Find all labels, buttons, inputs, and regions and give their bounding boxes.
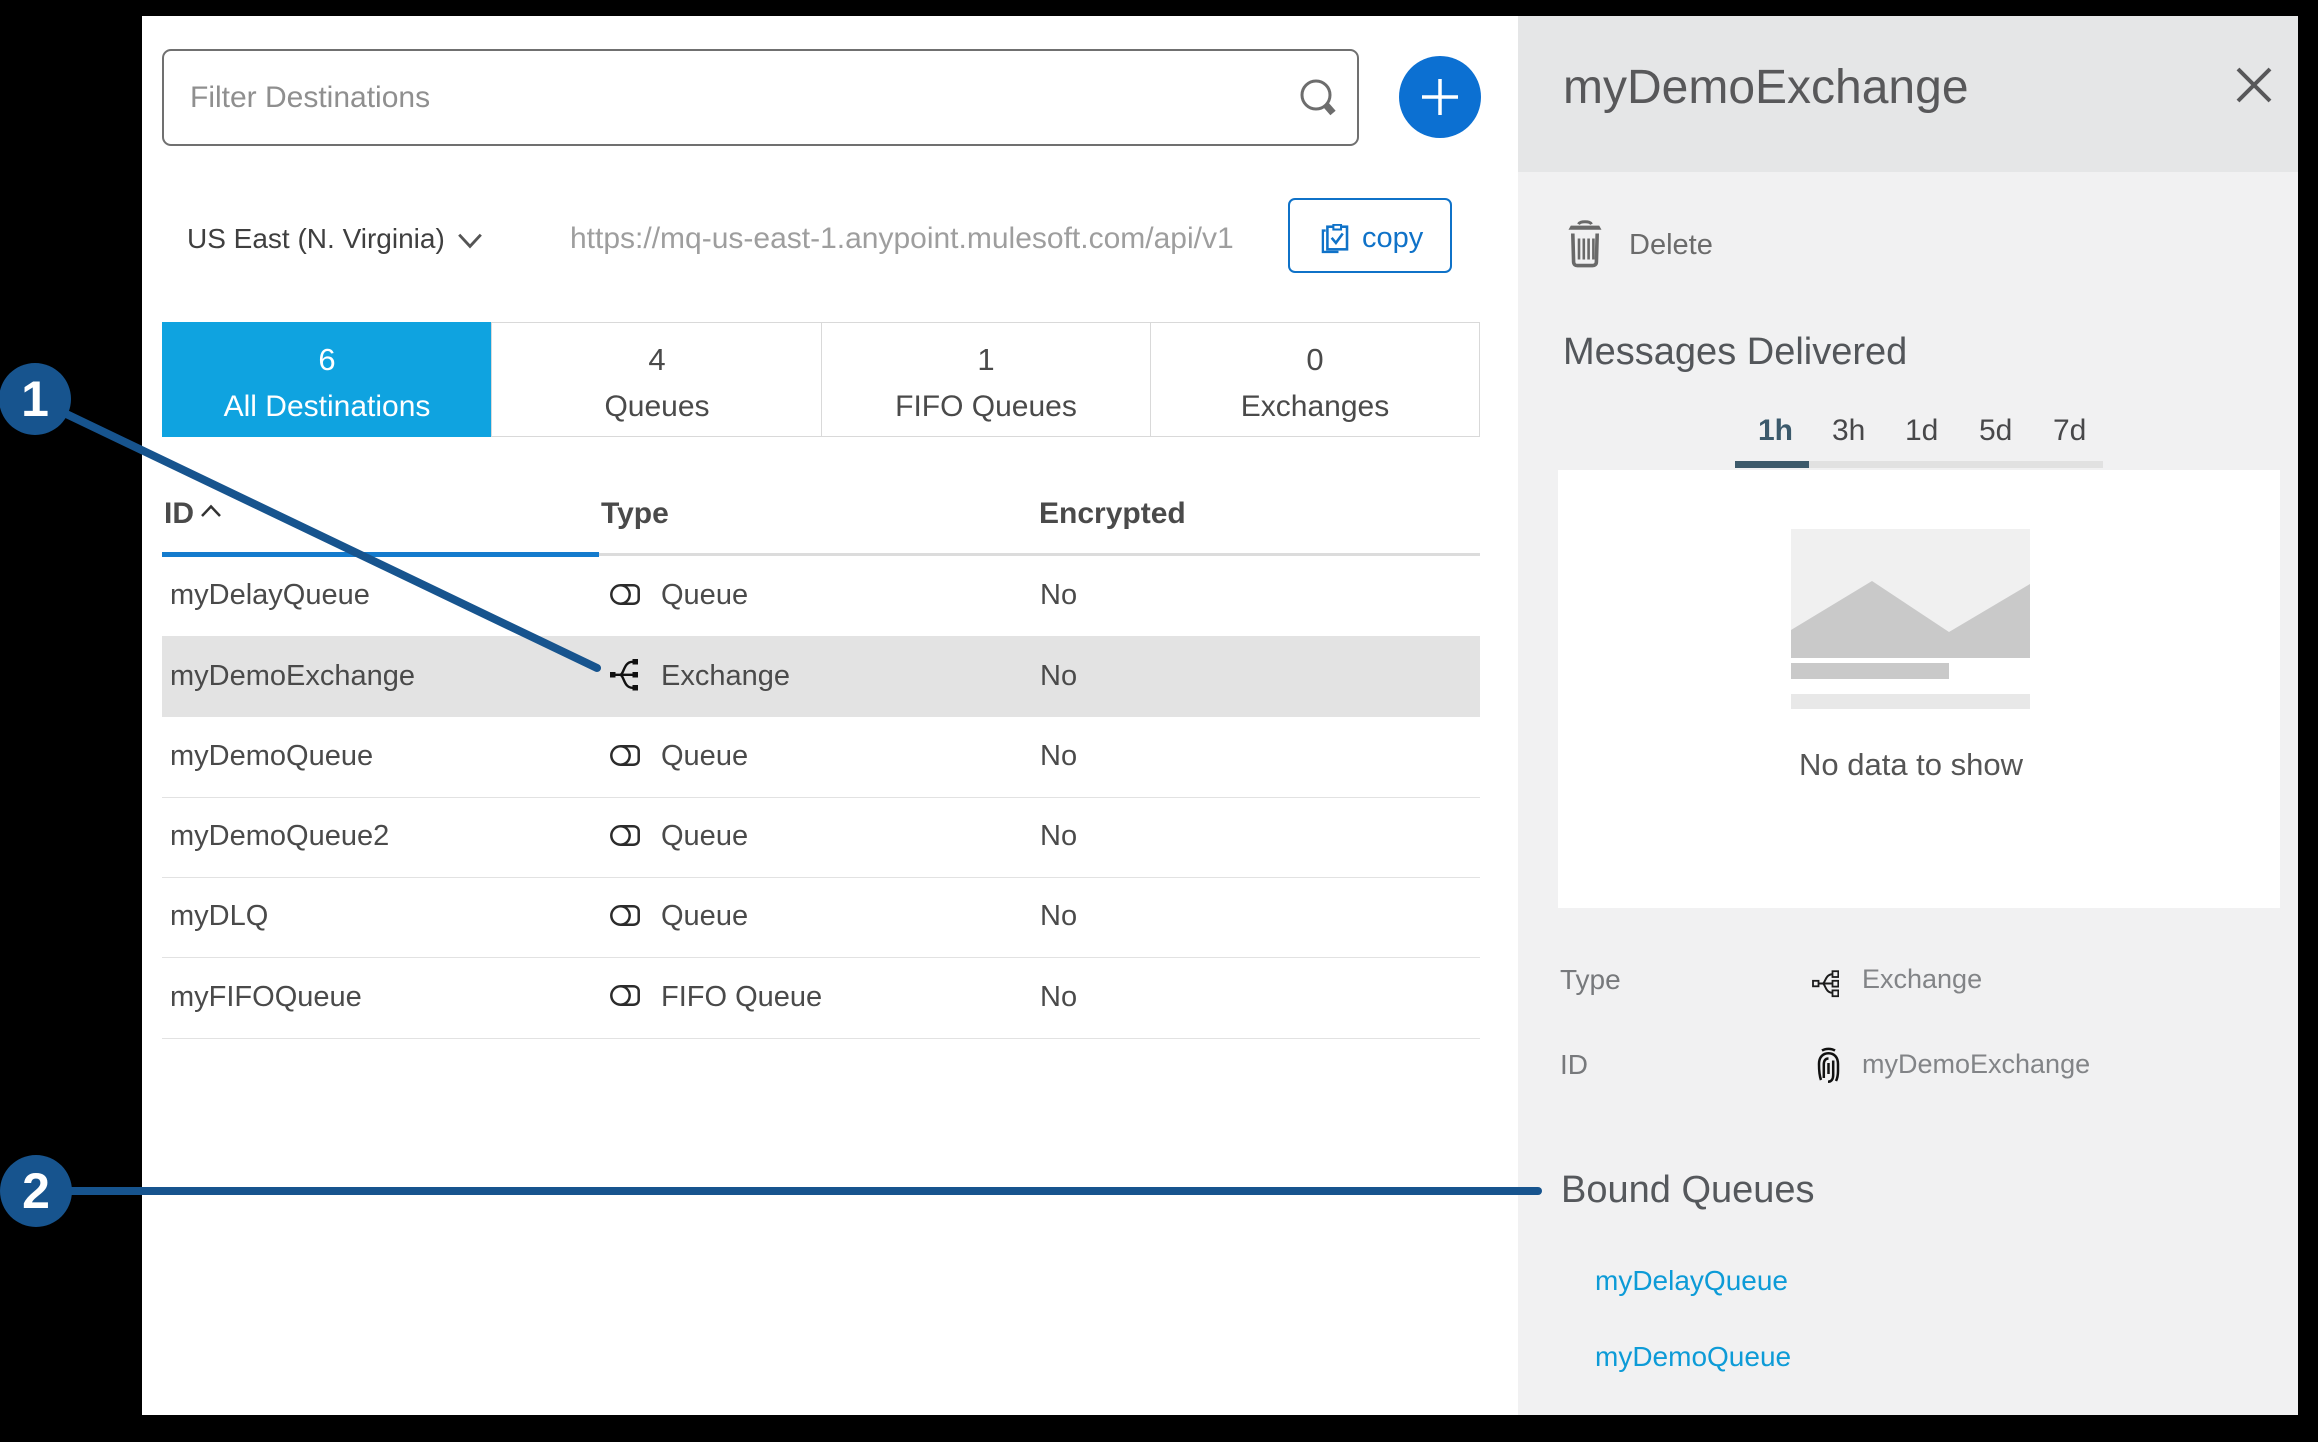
svg-text:2: 2 (22, 1163, 50, 1219)
svg-text:1: 1 (21, 371, 49, 427)
